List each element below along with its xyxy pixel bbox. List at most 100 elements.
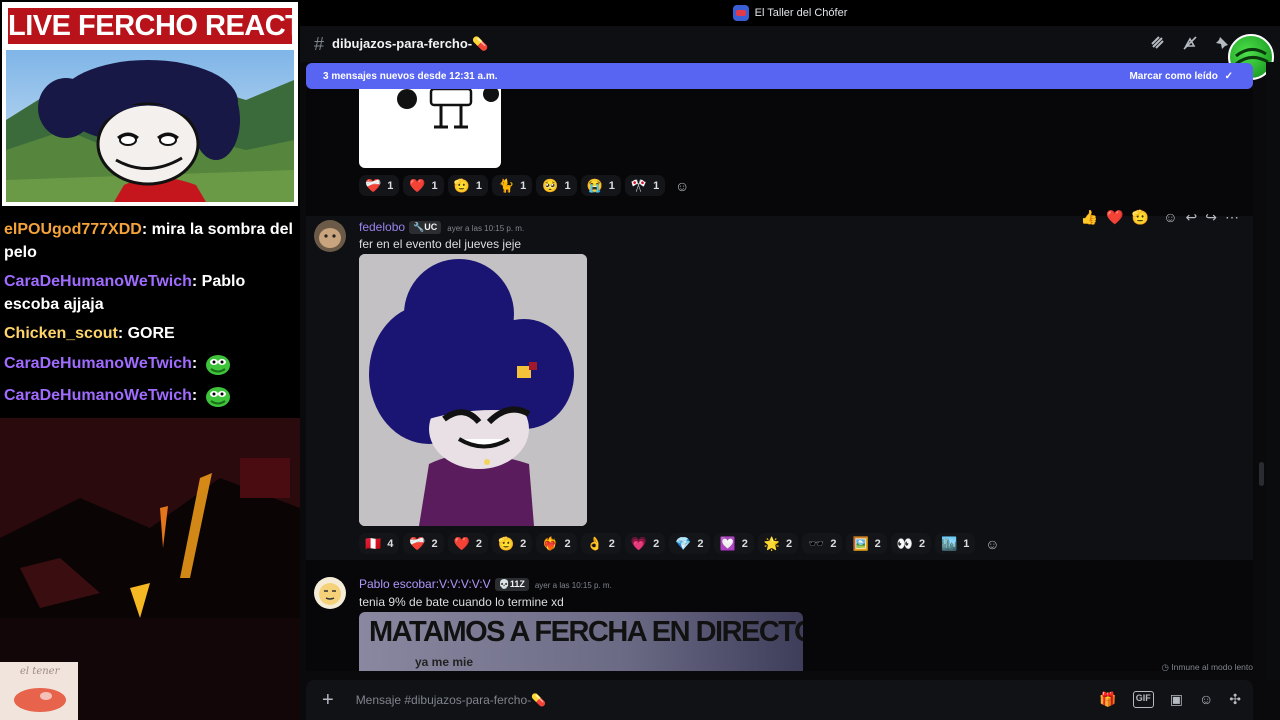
forward-icon[interactable]: ↪ xyxy=(1205,209,1217,226)
add-attachment-icon[interactable]: + xyxy=(322,689,334,712)
reaction-emoji: 💎 xyxy=(675,536,692,551)
reaction-chip[interactable]: 🌟 2 xyxy=(757,533,799,554)
reaction-count: 1 xyxy=(475,179,482,192)
reaction-count: 2 xyxy=(431,537,438,550)
member-list-edge xyxy=(1266,62,1280,680)
message-input[interactable]: Mensaje #dibujazos-para-fercho-💊 xyxy=(356,693,546,707)
reaction-count: 2 xyxy=(520,537,527,550)
reaction-chip[interactable]: 🖼️ 2 xyxy=(846,533,887,554)
quick-reaction-salute[interactable]: 🫡 xyxy=(1132,209,1149,226)
threads-icon[interactable] xyxy=(1150,35,1166,54)
reaction-bar: 🇵🇪 4 ❤️‍🩹 2 ❤️ 2 🫡 2 ❤️‍🔥 2 👌 2 💗 2 💎 2 💟 2 🌟 2 🕶️ 2 🖼️ 2 👀 2 🏙️ 1 ☺ xyxy=(359,533,1005,554)
reaction-count: 2 xyxy=(874,537,881,550)
chat-message: Chicken_scout: GORE xyxy=(4,325,175,342)
reaction-count: 1 xyxy=(963,537,970,550)
quick-reaction-thumbs-up[interactable]: 👍 xyxy=(1081,209,1098,226)
reaction-count: 1 xyxy=(520,179,527,192)
clock-icon: ◷ xyxy=(1161,662,1169,672)
mark-read-icon: ✓ xyxy=(1224,70,1233,82)
reaction-emoji: ❤️‍🩹 xyxy=(365,178,382,193)
reaction-chip[interactable]: 👌 2 xyxy=(580,533,621,554)
reaction-chip[interactable]: ❤️ 2 xyxy=(447,533,488,554)
reaction-chip[interactable]: ❤️‍🩹 2 xyxy=(403,533,444,554)
reaction-emoji: 🏙️ xyxy=(941,536,958,551)
reaction-count: 2 xyxy=(918,537,926,550)
gift-icon[interactable]: 🎁 xyxy=(1099,691,1116,708)
reaction-count: 1 xyxy=(387,179,394,192)
quick-reaction-heart[interactable]: ❤️ xyxy=(1106,209,1123,226)
message-attachment-image[interactable]: MATAMOS A FERCHA EN DIRECTO ya me mie xyxy=(359,612,803,671)
reaction-emoji: ❤️‍🔥 xyxy=(542,536,559,551)
reaction-chip[interactable]: ❤️ 1 xyxy=(403,175,444,196)
reaction-chip[interactable]: 💗 2 xyxy=(624,533,666,554)
timestamp: ayer a las 10:15 p. m. xyxy=(534,581,612,590)
mute-icon[interactable] xyxy=(1182,35,1198,54)
apps-icon[interactable]: ✣ xyxy=(1229,691,1241,708)
composer-toolbar: 🎁 GIF ▣ ☺ ✣ xyxy=(1099,691,1241,708)
slowmode-indicator: ◷ Inmune al modo lento xyxy=(1161,662,1253,673)
reaction-emoji: 🥺 xyxy=(542,178,559,193)
author-name[interactable]: fedelobo xyxy=(359,220,405,234)
emoji-icon[interactable]: ☺ xyxy=(1199,691,1213,708)
scrollbar[interactable] xyxy=(1257,90,1265,670)
header-toolbar xyxy=(1150,35,1230,54)
reaction-count: 2 xyxy=(830,537,837,550)
reaction-chip[interactable]: 🐈 1 xyxy=(491,175,533,196)
reaction-emoji: 👀 xyxy=(896,536,913,551)
avatar[interactable] xyxy=(314,577,346,609)
hash-icon: # xyxy=(314,33,325,54)
avatar[interactable] xyxy=(314,220,346,252)
reaction-bar: ❤️‍🩹 1 ❤️ 1 🫡 1 🐈 1 🥺 1 😭 1 🎌 1 ☺ xyxy=(359,175,695,196)
reaction-count: 2 xyxy=(564,537,571,550)
reaction-chip[interactable]: 💟 2 xyxy=(713,533,754,554)
more-options-icon[interactable]: ⋯ xyxy=(1225,209,1239,226)
mark-as-read-button[interactable]: Marcar como leído ✓ xyxy=(1129,71,1233,82)
reaction-chip[interactable]: 🫡 1 xyxy=(447,175,488,196)
reaction-chip[interactable]: ❤️‍🩹 1 xyxy=(359,175,400,196)
message-attachment-image[interactable] xyxy=(359,254,587,526)
message-text: fer en el evento del jueves jeje xyxy=(359,237,522,251)
timestamp: ayer a las 10:15 p. m. xyxy=(447,224,525,233)
chat-message: CaraDeHumanoWeTwich: Pablo escoba ajjaja xyxy=(4,273,246,313)
user-tag: 💀11Z xyxy=(494,578,529,591)
reaction-count: 2 xyxy=(653,537,660,550)
reaction-count: 1 xyxy=(564,179,571,192)
new-messages-banner[interactable]: 3 mensajes nuevos desde 12:31 a.m. Marca… xyxy=(306,63,1253,89)
add-reaction-icon[interactable]: ☺ xyxy=(979,533,1005,554)
reaction-chip[interactable]: 💎 2 xyxy=(669,533,710,554)
sticker-icon[interactable]: ▣ xyxy=(1170,691,1183,708)
message-list: ❤️‍🩹 1 ❤️ 1 🫡 1 🐈 1 🥺 1 😭 1 🎌 1 ☺ 👍 ❤️ 🫡 ☺ ↩ ↪ ⋯ fedel… xyxy=(306,89,1253,671)
reaction-chip[interactable]: 🫡 2 xyxy=(491,533,533,554)
reaction-emoji: 😭 xyxy=(586,178,603,193)
reaction-count: 1 xyxy=(608,179,615,192)
message-attachment-image[interactable] xyxy=(359,89,501,168)
reaction-emoji: 👌 xyxy=(586,536,603,551)
gif-icon[interactable]: GIF xyxy=(1132,691,1154,708)
reaction-chip[interactable]: 🕶️ 2 xyxy=(802,533,843,554)
reaction-emoji: 💗 xyxy=(630,536,648,551)
reply-icon[interactable]: ↩ xyxy=(1186,209,1198,226)
reaction-chip[interactable]: 😭 1 xyxy=(580,175,621,196)
reaction-chip[interactable]: 🥺 1 xyxy=(536,175,577,196)
add-reaction-icon[interactable]: ☺ xyxy=(1163,209,1177,225)
reaction-count: 1 xyxy=(653,179,660,192)
user-tag: 🔧UC xyxy=(409,221,442,234)
reaction-emoji: 🕶️ xyxy=(808,536,825,551)
reaction-emoji: ❤️ xyxy=(453,536,470,551)
reaction-chip[interactable]: ❤️‍🔥 2 xyxy=(536,533,577,554)
add-reaction-icon[interactable]: ☺ xyxy=(669,175,695,196)
reaction-chip[interactable]: 🎌 1 xyxy=(624,175,666,196)
reaction-chip[interactable]: 👀 2 xyxy=(890,533,932,554)
reaction-emoji: 🌟 xyxy=(763,536,780,551)
message-composer[interactable]: + Mensaje #dibujazos-para-fercho-💊 🎁 GIF… xyxy=(306,680,1253,720)
author-name[interactable]: Pablo escobar:V:V:V:V:V xyxy=(359,577,491,591)
reaction-count: 1 xyxy=(431,179,438,192)
scrollbar-thumb[interactable] xyxy=(1259,462,1264,486)
chat-message: CaraDeHumanoWeTwich: xyxy=(4,383,294,409)
chat-username: CaraDeHumanoWeTwich xyxy=(4,355,192,373)
chat-message: CaraDeHumanoWeTwich: xyxy=(4,351,294,377)
reaction-count: 2 xyxy=(786,537,793,550)
reaction-chip[interactable]: 🇵🇪 4 xyxy=(359,533,400,554)
message-text: tenia 9% de bate cuando lo termine xd xyxy=(359,595,564,609)
reaction-chip[interactable]: 🏙️ 1 xyxy=(935,533,976,554)
